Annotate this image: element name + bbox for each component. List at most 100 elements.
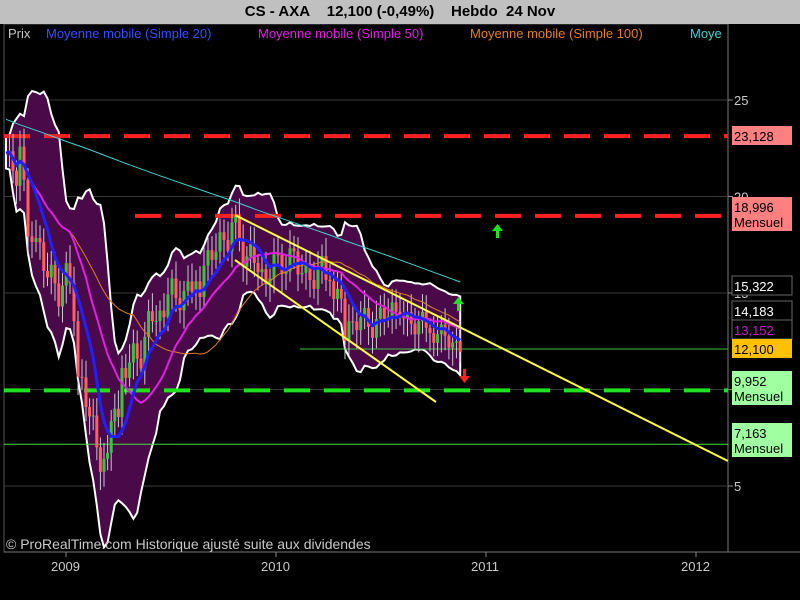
candle-body — [124, 367, 128, 378]
candle-body — [312, 279, 316, 289]
candle-body — [339, 288, 343, 299]
candle-body — [436, 334, 440, 343]
candle-body — [237, 216, 241, 241]
candle-body — [447, 335, 451, 348]
green-up-arrow-icon — [492, 224, 503, 238]
price-label-boxes: 23,12818,996Mensuel15,32214,18313,15212,… — [731, 126, 793, 457]
symbol: CS - AXA — [244, 3, 311, 20]
candle-body — [166, 294, 170, 318]
candle-body — [61, 285, 64, 307]
candle-body — [332, 281, 336, 299]
price-label-value: 7,163 — [734, 426, 767, 441]
y-tick-label: 5 — [734, 479, 741, 494]
price-label-value: 12,100 — [734, 342, 774, 357]
price-label-period: Mensuel — [734, 215, 783, 230]
candle-body — [222, 232, 226, 241]
candle-body — [454, 341, 458, 343]
candle-body — [116, 408, 120, 417]
copyright-text: © ProRealTime.com Historique ajusté suit… — [6, 536, 371, 552]
candle-body — [256, 263, 260, 273]
price-chart: 252015105 2009201020112012 23,12818,996M… — [3, 23, 800, 574]
candle-body — [417, 321, 421, 335]
candle-body — [139, 358, 143, 369]
y-tick-label: 25 — [734, 93, 748, 108]
candle-body — [158, 310, 162, 321]
candle-body — [186, 281, 190, 291]
candle-body — [174, 278, 178, 299]
candle-body — [150, 311, 154, 322]
candle-body — [113, 408, 117, 422]
candle-body — [343, 298, 347, 341]
candle-body — [95, 415, 99, 448]
x-tick-label: 2012 — [681, 559, 710, 574]
candle-body — [413, 323, 417, 335]
candle-body — [359, 317, 363, 331]
candle-body — [214, 251, 218, 260]
candle-body — [382, 307, 386, 319]
candle-body — [120, 367, 124, 417]
candle-body — [131, 343, 135, 363]
candle-body — [451, 342, 455, 348]
price-label-value: 23,128 — [734, 129, 774, 144]
candle-body — [328, 279, 332, 282]
period: Hebdo — [450, 3, 498, 20]
x-tick-label: 2009 — [51, 559, 80, 574]
candle-body — [106, 452, 110, 459]
price-label-value: 14,183 — [734, 304, 774, 319]
candle-body — [300, 272, 304, 275]
legend-ma20: Moyenne mobile (Simple 20) — [46, 26, 211, 41]
x-tick-label: 2010 — [261, 559, 290, 574]
legend-ma200: Moye — [690, 26, 722, 41]
candle-body — [351, 321, 355, 323]
price-label-value: 18,996 — [734, 200, 774, 215]
candle-body — [280, 254, 284, 275]
candle-body — [102, 458, 106, 472]
last-price: 12,100 (-0,49%) — [326, 3, 435, 20]
candle-body — [206, 250, 210, 266]
candle-body — [80, 376, 84, 378]
candle-body — [57, 283, 61, 307]
candle-body — [98, 447, 102, 472]
candle-body — [128, 362, 132, 378]
candle-body — [202, 265, 206, 298]
x-tick-label: 2011 — [471, 559, 499, 574]
price-label-period: Mensuel — [734, 389, 783, 404]
candle-body — [292, 248, 296, 252]
candle-body — [53, 264, 57, 284]
candle-body — [154, 320, 158, 322]
price-label-period: Mensuel — [734, 441, 783, 456]
candle-body — [30, 236, 34, 243]
price-label-value: 13,152 — [734, 323, 774, 338]
candle-body — [76, 321, 80, 377]
candle-body — [34, 238, 38, 243]
price-label-value: 15,322 — [734, 279, 774, 294]
candle-body — [88, 407, 92, 417]
candle-body — [378, 307, 382, 319]
candle-body — [249, 243, 253, 257]
candle-body — [260, 269, 264, 273]
candle-body — [162, 310, 166, 318]
legend-ma100: Moyenne mobile (Simple 100) — [470, 26, 643, 41]
candle-body — [42, 242, 46, 271]
candle-body — [355, 321, 359, 331]
candle-body — [226, 240, 230, 252]
price-label-value: 9,952 — [734, 374, 767, 389]
candle-body — [432, 333, 436, 343]
candle-body — [190, 281, 194, 292]
candle-body — [336, 288, 339, 299]
candle-body — [234, 216, 238, 223]
candle-body — [147, 311, 151, 337]
date: 24 Nov — [506, 3, 556, 20]
candle-body — [84, 377, 88, 408]
candle-body — [18, 146, 22, 186]
x-tick-labels: 2009 2010 2011 2012 — [51, 552, 710, 574]
candle-body — [394, 302, 398, 312]
candle-body — [26, 179, 30, 237]
candle-body — [218, 232, 222, 252]
candle-body — [210, 250, 214, 260]
candle-body — [38, 238, 42, 243]
candle-body — [49, 264, 53, 278]
candle-body — [46, 270, 49, 278]
candle-body — [170, 278, 174, 295]
candle-body — [390, 302, 394, 317]
